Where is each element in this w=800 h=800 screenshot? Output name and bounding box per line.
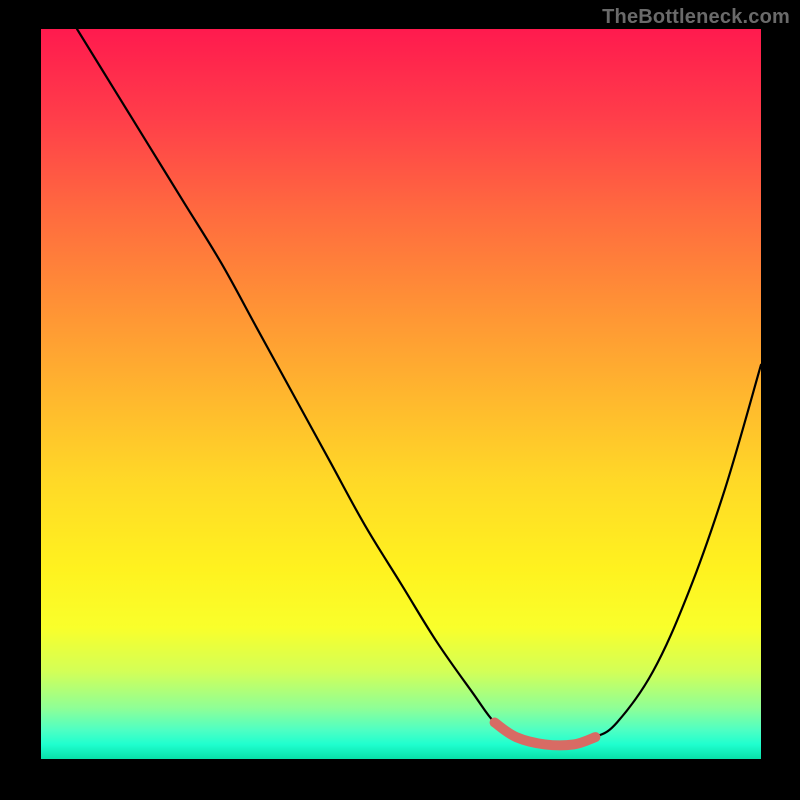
chart-frame: TheBottleneck.com [0,0,800,800]
sweet-spot-band-path [495,723,596,746]
plot-area [41,29,761,759]
watermark-label: TheBottleneck.com [602,6,790,29]
chart-svg [41,29,761,759]
bottleneck-curve-path [77,29,761,745]
